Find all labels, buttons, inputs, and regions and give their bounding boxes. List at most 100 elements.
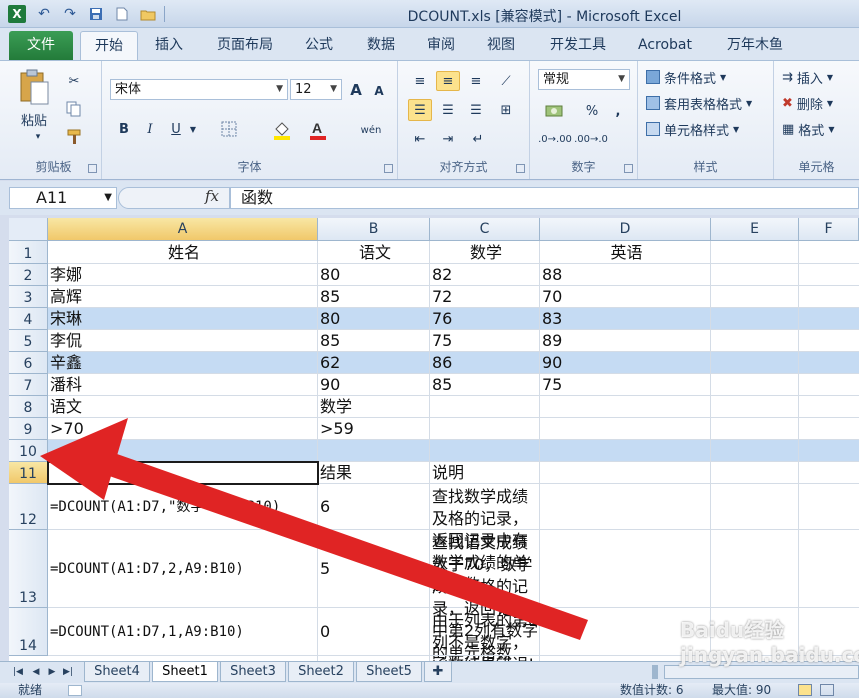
align-top-icon[interactable]: ≡ <box>408 71 432 91</box>
font-launcher-icon[interactable] <box>384 164 393 173</box>
table-cell[interactable]: 70 <box>540 286 711 308</box>
orientation-icon[interactable]: ⟋ <box>494 71 518 91</box>
formula-input[interactable]: 函数 <box>230 187 859 209</box>
tab-formulas[interactable]: 公式 <box>296 31 342 60</box>
sheet-tab[interactable]: Sheet2 <box>288 662 354 682</box>
align-left-icon[interactable]: ☰ <box>408 99 432 121</box>
increase-decimal-icon[interactable]: .0→.00 <box>538 129 572 149</box>
table-cell[interactable]: 75 <box>540 374 711 396</box>
fill-color-icon[interactable] <box>270 119 294 141</box>
column-a-header[interactable]: A <box>48 218 318 241</box>
header-cell[interactable]: 英语 <box>540 242 711 264</box>
tab-view[interactable]: 视图 <box>478 31 524 60</box>
conditional-formatting-button[interactable]: 条件格式 ▼ <box>646 67 766 87</box>
table-cell[interactable]: 83 <box>540 308 711 330</box>
tab-acrobat[interactable]: Acrobat <box>630 31 700 60</box>
copy-icon[interactable] <box>64 99 84 119</box>
select-all-button[interactable] <box>9 218 48 241</box>
tab-file[interactable]: 文件 <box>9 31 73 60</box>
underline-button[interactable]: U <box>166 119 186 139</box>
decrease-decimal-icon[interactable]: .00→.0 <box>574 129 608 149</box>
row-header[interactable]: 4 <box>9 308 48 330</box>
table-cell[interactable]: 语文 <box>48 396 318 418</box>
table-cell[interactable]: 90 <box>540 352 711 374</box>
table-cell[interactable]: 由于列表的第1列不是数字，函数结果错误! <box>430 610 540 661</box>
table-cell[interactable]: 宋琳 <box>48 308 318 330</box>
alignment-launcher-icon[interactable] <box>516 164 525 173</box>
row-header[interactable]: 3 <box>9 286 48 308</box>
table-cell[interactable]: 72 <box>430 286 540 308</box>
table-cell[interactable]: 90 <box>318 374 430 396</box>
header-cell[interactable]: 语文 <box>318 242 430 264</box>
horizontal-scrollbar[interactable] <box>664 665 859 679</box>
borders-icon[interactable] <box>218 119 240 139</box>
column-b-header[interactable]: B <box>318 218 430 241</box>
number-launcher-icon[interactable] <box>624 164 633 173</box>
format-cells-button[interactable]: ▦ 格式 ▼ <box>782 119 856 139</box>
column-c-header[interactable]: C <box>430 218 540 241</box>
formula-cell[interactable]: =DCOUNT(A1:D7,2,A9:B10) <box>48 558 318 580</box>
row-header[interactable]: 13 <box>9 530 48 608</box>
row-header[interactable]: 14 <box>9 608 48 656</box>
prev-sheet-icon[interactable]: ◀ <box>30 665 42 679</box>
table-cell[interactable]: 李娜 <box>48 264 318 286</box>
table-cell[interactable]: 82 <box>430 264 540 286</box>
first-sheet-icon[interactable]: |◀ <box>12 665 24 679</box>
sheet-tab[interactable]: Sheet4 <box>84 662 150 682</box>
phonetic-guide-icon[interactable]: wén <box>356 117 386 143</box>
page-layout-view-icon[interactable] <box>820 684 834 696</box>
normal-view-icon[interactable] <box>798 684 812 696</box>
insert-sheet-icon[interactable]: ✚ <box>424 662 452 682</box>
row-header[interactable]: 5 <box>9 330 48 352</box>
formula-cell[interactable]: =DCOUNT(A1:D7,1,A9:B10) <box>48 621 318 643</box>
accounting-format-icon[interactable] <box>540 101 570 121</box>
row-header[interactable]: 2 <box>9 264 48 286</box>
chevron-down-icon[interactable]: ▼ <box>188 119 198 139</box>
delete-cells-button[interactable]: ✖ 删除 ▼ <box>782 93 856 113</box>
tab-page-layout[interactable]: 页面布局 <box>210 31 280 60</box>
align-right-icon[interactable]: ☰ <box>464 99 488 121</box>
sheet-tab[interactable]: Sheet5 <box>356 662 422 682</box>
comma-button[interactable]: , <box>610 101 626 121</box>
align-middle-icon[interactable]: ≡ <box>436 71 460 91</box>
row-header[interactable]: 1 <box>9 241 48 264</box>
macro-record-icon[interactable] <box>68 685 82 696</box>
table-cell[interactable]: 76 <box>430 308 540 330</box>
column-d-header[interactable]: D <box>540 218 711 241</box>
insert-cells-button[interactable]: ⇉ 插入 ▼ <box>782 67 856 87</box>
italic-button[interactable]: I <box>140 119 160 139</box>
font-size-combo[interactable]: 12 ▼ <box>290 79 342 100</box>
table-cell[interactable]: 85 <box>430 374 540 396</box>
format-painter-icon[interactable] <box>64 127 84 147</box>
table-cell[interactable]: 5 <box>318 558 430 580</box>
cell-styles-button[interactable]: 单元格样式 ▼ <box>646 119 766 139</box>
table-cell[interactable]: 89 <box>540 330 711 352</box>
sheet-tab-active[interactable]: Sheet1 <box>152 662 218 682</box>
row-header[interactable]: 9 <box>9 418 48 440</box>
table-cell[interactable]: 75 <box>430 330 540 352</box>
worksheet-grid[interactable]: A B C D E F 1 姓名 语文 数学 英语 2 李娜 80 82 88 3 高辉 85 72 70 4 宋琳 80 76… <box>9 218 859 661</box>
formula-cell[interactable]: =DCOUNT(A1:D7,"数学",B9:B10) <box>48 496 318 518</box>
table-cell[interactable]: 潘科 <box>48 374 318 396</box>
row-header[interactable]: 6 <box>9 352 48 374</box>
table-cell[interactable]: 说明 <box>430 462 540 484</box>
table-cell[interactable]: 0 <box>318 621 430 643</box>
font-name-combo[interactable]: 宋体 ▼ <box>110 79 288 100</box>
table-cell[interactable]: 数学 <box>318 396 430 418</box>
paste-button[interactable]: 粘贴 <box>12 109 56 129</box>
table-cell[interactable]: 85 <box>318 286 430 308</box>
decrease-indent-icon[interactable]: ⇤ <box>408 129 432 149</box>
paste-dropdown-icon[interactable]: ▾ <box>32 131 44 143</box>
tab-data[interactable]: 数据 <box>358 31 404 60</box>
clipboard-launcher-icon[interactable] <box>88 164 97 173</box>
chevron-down-icon[interactable]: ▼ <box>618 70 625 89</box>
last-sheet-icon[interactable]: ▶| <box>62 665 74 679</box>
row-header[interactable]: 10 <box>9 440 48 462</box>
next-sheet-icon[interactable]: ▶ <box>46 665 58 679</box>
table-cell[interactable]: 86 <box>430 352 540 374</box>
column-e-header[interactable]: E <box>711 218 799 241</box>
table-cell[interactable]: 李侃 <box>48 330 318 352</box>
tab-wannian-muyu[interactable]: 万年木鱼 <box>716 31 794 60</box>
table-cell[interactable]: 88 <box>540 264 711 286</box>
font-color-icon[interactable]: A <box>306 119 330 141</box>
